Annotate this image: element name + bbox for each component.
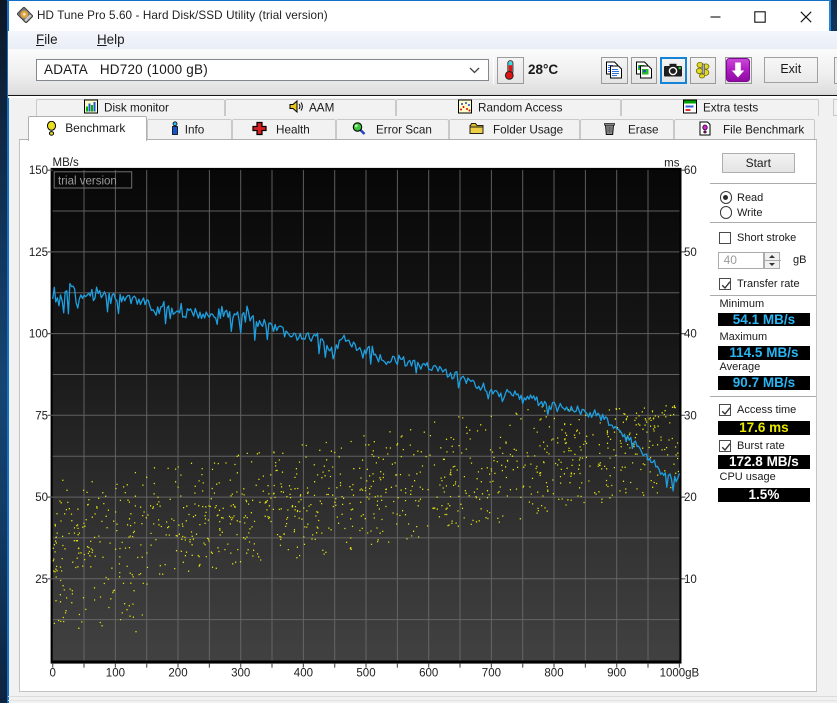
svg-text:200: 200 (168, 668, 187, 680)
svg-text:150: 150 (29, 165, 48, 177)
svg-text:500: 500 (356, 668, 375, 680)
svg-text:ms: ms (664, 158, 680, 170)
svg-text:60: 60 (684, 165, 697, 177)
svg-text:75: 75 (35, 410, 48, 422)
svg-text:20: 20 (684, 492, 697, 504)
svg-text:400: 400 (294, 668, 313, 680)
svg-text:trial version: trial version (58, 176, 117, 188)
svg-text:MB/s: MB/s (53, 157, 79, 169)
svg-text:300: 300 (231, 668, 250, 680)
svg-text:30: 30 (684, 410, 697, 422)
svg-text:100: 100 (29, 329, 48, 341)
svg-text:40: 40 (684, 329, 697, 341)
svg-text:10: 10 (684, 574, 697, 586)
svg-text:600: 600 (419, 668, 438, 680)
svg-text:50: 50 (684, 247, 697, 259)
svg-text:800: 800 (544, 668, 563, 680)
svg-text:50: 50 (35, 492, 48, 504)
svg-text:700: 700 (482, 668, 501, 680)
svg-text:1000gB: 1000gB (660, 668, 700, 680)
svg-text:0: 0 (49, 668, 55, 680)
svg-text:900: 900 (607, 668, 626, 680)
svg-text:125: 125 (29, 247, 48, 259)
svg-text:100: 100 (106, 668, 125, 680)
svg-text:25: 25 (35, 574, 48, 586)
